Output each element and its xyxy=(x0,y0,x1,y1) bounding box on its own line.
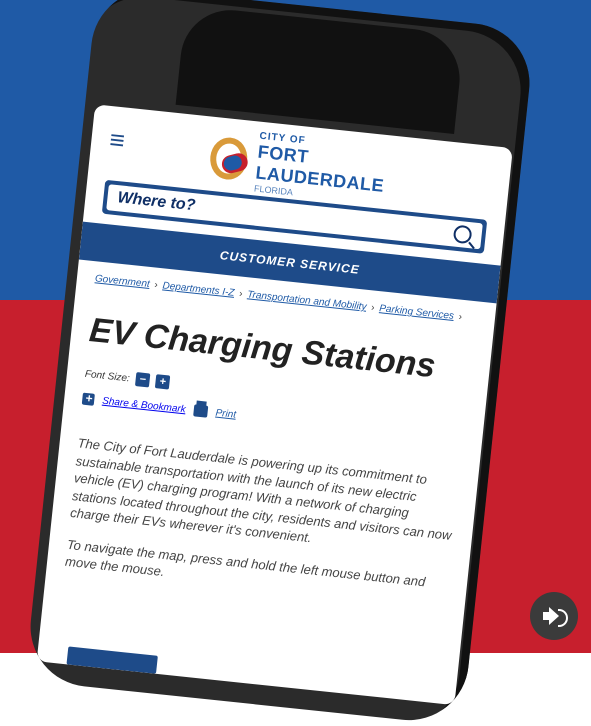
share-bookmark-link[interactable]: Share & Bookmark xyxy=(102,395,187,415)
print-icon[interactable] xyxy=(193,404,209,418)
font-size-label: Font Size: xyxy=(84,368,131,384)
search-icon[interactable] xyxy=(452,224,473,245)
search-label: Where to? xyxy=(116,189,197,215)
breadcrumb-separator: › xyxy=(370,302,376,314)
print-link[interactable]: Print xyxy=(215,407,237,420)
speaker-icon xyxy=(543,605,568,627)
phone-frame: ≡ CITY OF FORT LAUDERDALE FLORIDA Where … xyxy=(24,0,536,726)
phone-screen: ≡ CITY OF FORT LAUDERDALE FLORIDA Where … xyxy=(36,104,513,706)
share-print-row: Share & Bookmark Print xyxy=(81,392,237,421)
bottom-button[interactable] xyxy=(66,646,158,674)
menu-icon[interactable]: ≡ xyxy=(108,124,126,156)
breadcrumb-separator: › xyxy=(458,311,463,323)
font-size-decrease-button[interactable]: − xyxy=(134,372,151,388)
page-content: The City of Fort Lauderdale is powering … xyxy=(63,434,461,624)
font-size-increase-button[interactable]: + xyxy=(154,374,171,390)
breadcrumb-item[interactable]: Departments I-Z xyxy=(162,280,235,298)
font-size-controls: Font Size: − + xyxy=(84,367,171,390)
breadcrumb-item[interactable]: Parking Services xyxy=(379,303,455,322)
city-logo-icon xyxy=(208,135,250,182)
sound-toggle-button[interactable] xyxy=(530,592,578,640)
breadcrumb-item[interactable]: Government xyxy=(94,273,150,290)
share-icon[interactable] xyxy=(81,392,95,406)
phone-notch xyxy=(175,5,465,134)
breadcrumb-separator: › xyxy=(238,288,244,300)
breadcrumb-separator: › xyxy=(153,279,159,291)
breadcrumb-item[interactable]: Transportation and Mobility xyxy=(247,289,367,312)
